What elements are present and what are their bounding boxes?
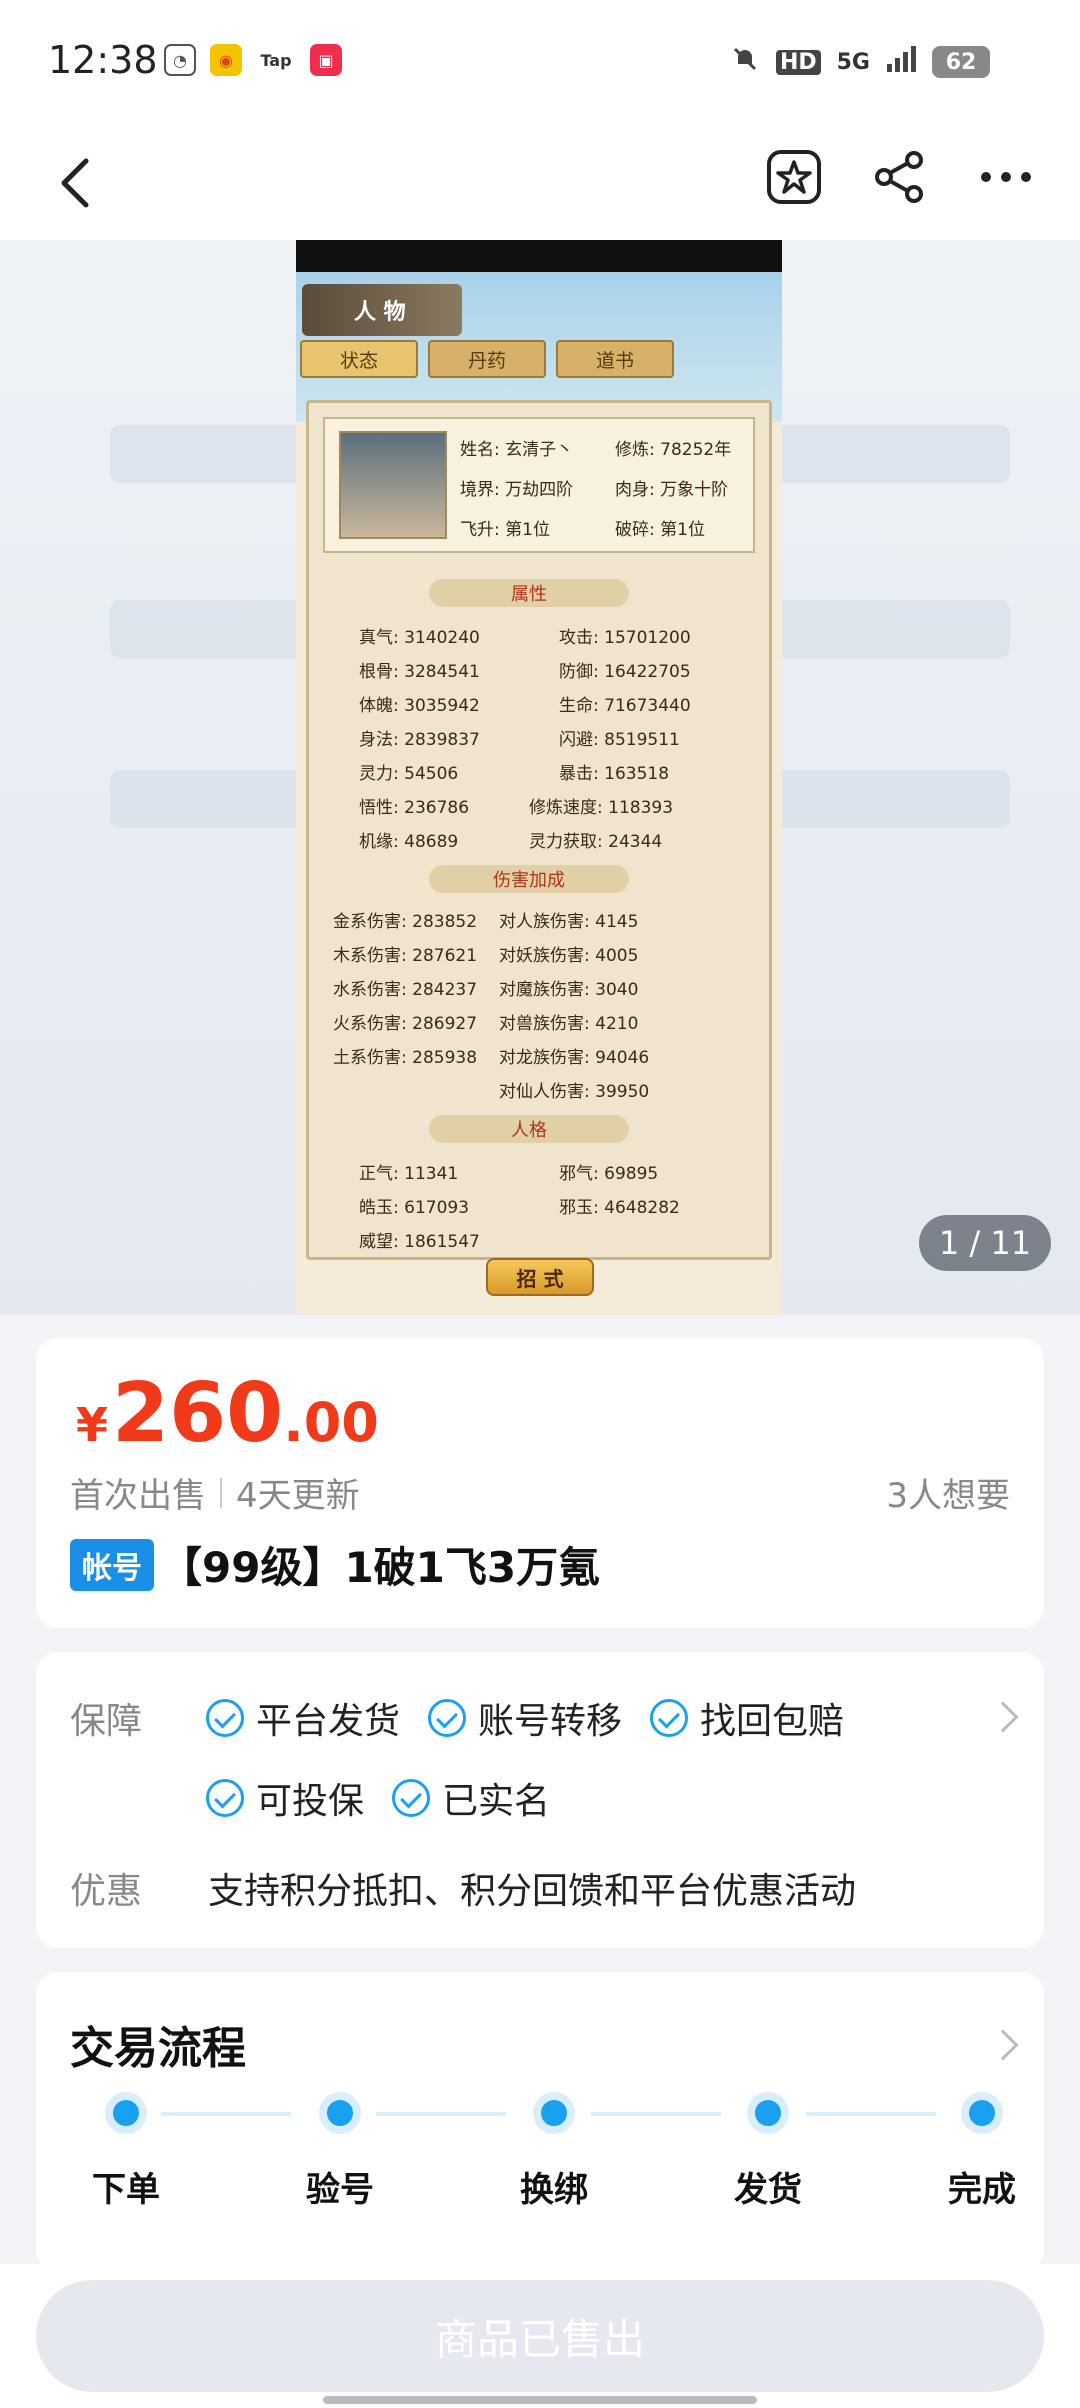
status-system-icons: HD 5G 62: [730, 44, 990, 80]
chevron-left-icon: [61, 158, 89, 208]
chevron-right-icon[interactable]: [987, 1701, 1019, 1733]
game-tab: 丹药: [428, 340, 546, 378]
guarantee-label: 保障: [70, 1701, 143, 1742]
status-bar: 12:38 ◔ ◉ Tap ▣ HD 5G 62: [0, 0, 1080, 125]
check-circle-icon: [650, 1699, 689, 1737]
game-tab: 道书: [556, 340, 674, 378]
wants-count: 3人想要: [886, 1476, 1010, 1516]
step-dot: [319, 2092, 361, 2134]
app-notification-icon: ◔: [164, 44, 196, 76]
guarantee-card[interactable]: 保障 平台发货 账号转移 找回包赔 可投保 已实名 优惠 支持积分抵扣、积分回馈…: [36, 1652, 1044, 1948]
game-skill-button: 招 式: [486, 1258, 594, 1296]
status-notification-icons: ◔ ◉ Tap ▣: [164, 44, 342, 76]
sold-out-button[interactable]: 商品已售出: [36, 2280, 1044, 2392]
step-connector: [161, 2112, 291, 2116]
image-gallery[interactable]: 人 物 状态 丹药 道书 姓名: 玄清子丶 修炼: 78252年 境界: 万劫四…: [0, 240, 1080, 1315]
mute-icon: [730, 44, 760, 80]
weibo-icon: ◉: [210, 44, 242, 76]
price-card: ¥ 260 .00 首次出售 4天更新 3人想要 帐号 【99级】1破1飞3万氪: [36, 1338, 1044, 1628]
divider: [220, 1477, 222, 1508]
check-circle-icon: [206, 1699, 244, 1737]
more-button[interactable]: [972, 143, 1040, 211]
bottom-action-bar: 商品已售出: [0, 2264, 1080, 2408]
updated-label: 4天更新: [236, 1476, 360, 1516]
listing-meta: 首次出售 4天更新: [70, 1468, 360, 1517]
tap-icon: Tap: [256, 44, 296, 76]
home-indicator[interactable]: [323, 2396, 757, 2404]
more-dots-icon: [981, 172, 1031, 182]
step-connector: [806, 2112, 936, 2116]
flow-step: 验号: [290, 2092, 390, 2211]
item-title-row: 帐号 【99级】1破1飞3万氪: [70, 1534, 600, 1595]
battery-icon: 62: [932, 46, 990, 78]
character-avatar: [339, 431, 447, 539]
game-tabs: 状态 丹药 道书: [300, 340, 674, 378]
step-connector: [591, 2112, 721, 2116]
status-time: 12:38: [48, 38, 158, 82]
step-dot: [533, 2092, 575, 2134]
star-box-icon: [767, 150, 821, 204]
damage-section-title: 伤害加成: [429, 865, 629, 893]
guarantee-items-row2: 可投保 已实名: [206, 1772, 550, 1824]
image-page-counter: 1 / 11: [919, 1215, 1051, 1271]
step-dot: [747, 2092, 789, 2134]
favorite-button[interactable]: [760, 143, 828, 211]
check-circle-icon: [392, 1779, 431, 1817]
attr-section-title: 属性: [429, 579, 629, 607]
price: ¥ 260 .00: [76, 1366, 379, 1461]
flow-step: 发货: [718, 2092, 818, 2211]
game-profile-card: 姓名: 玄清子丶 修炼: 78252年 境界: 万劫四阶 肉身: 万象十阶 飞升…: [323, 417, 755, 553]
game-header: 人 物: [302, 284, 462, 336]
guarantee-item: 找回包赔: [650, 1692, 844, 1744]
share-button[interactable]: [866, 143, 934, 211]
step-connector: [376, 2112, 506, 2116]
signal-bars-icon: [886, 46, 916, 78]
flow-step: 下单: [76, 2092, 176, 2211]
nav-bar: [0, 125, 1080, 240]
guarantee-items-row1: 平台发货 账号转移 找回包赔: [206, 1692, 844, 1744]
category-tag: 帐号: [70, 1538, 154, 1591]
trade-flow-title: 交易流程: [70, 2023, 246, 2074]
check-circle-icon: [206, 1779, 244, 1817]
share-icon: [875, 151, 923, 203]
guarantee-item: 已实名: [392, 1772, 550, 1824]
first-sale-label: 首次出售: [70, 1476, 206, 1516]
chevron-right-icon[interactable]: [987, 2029, 1019, 2061]
step-dot: [105, 2092, 147, 2134]
flow-step: 完成: [932, 2092, 1032, 2211]
shopping-app-icon: ▣: [310, 44, 342, 76]
hd-icon: HD: [775, 49, 821, 75]
signal-icon: 5G: [836, 49, 870, 75]
promo-label: 优惠: [70, 1871, 143, 1912]
guarantee-item: 可投保: [206, 1772, 364, 1824]
guarantee-item: 平台发货: [206, 1692, 400, 1744]
check-circle-icon: [428, 1699, 467, 1737]
game-screenshot: 人 物 状态 丹药 道书 姓名: 玄清子丶 修炼: 78252年 境界: 万劫四…: [296, 240, 782, 1315]
step-dot: [961, 2092, 1003, 2134]
trade-flow-steps: 下单 验号 换绑 发货 完成: [76, 2092, 1016, 2252]
item-title: 【99级】1破1飞3万氪: [160, 1543, 601, 1592]
back-button[interactable]: [48, 153, 108, 213]
promo-text: 支持积分抵扣、积分回馈和平台优惠活动: [208, 1871, 857, 1912]
flow-step: 换绑: [504, 2092, 604, 2211]
game-tab: 状态: [300, 340, 418, 378]
trade-flow-card[interactable]: 交易流程 下单 验号 换绑 发货 完成: [36, 1972, 1044, 2272]
persona-section-title: 人格: [429, 1115, 629, 1143]
guarantee-item: 账号转移: [428, 1692, 622, 1744]
game-panel: 姓名: 玄清子丶 修炼: 78252年 境界: 万劫四阶 肉身: 万象十阶 飞升…: [306, 400, 772, 1260]
